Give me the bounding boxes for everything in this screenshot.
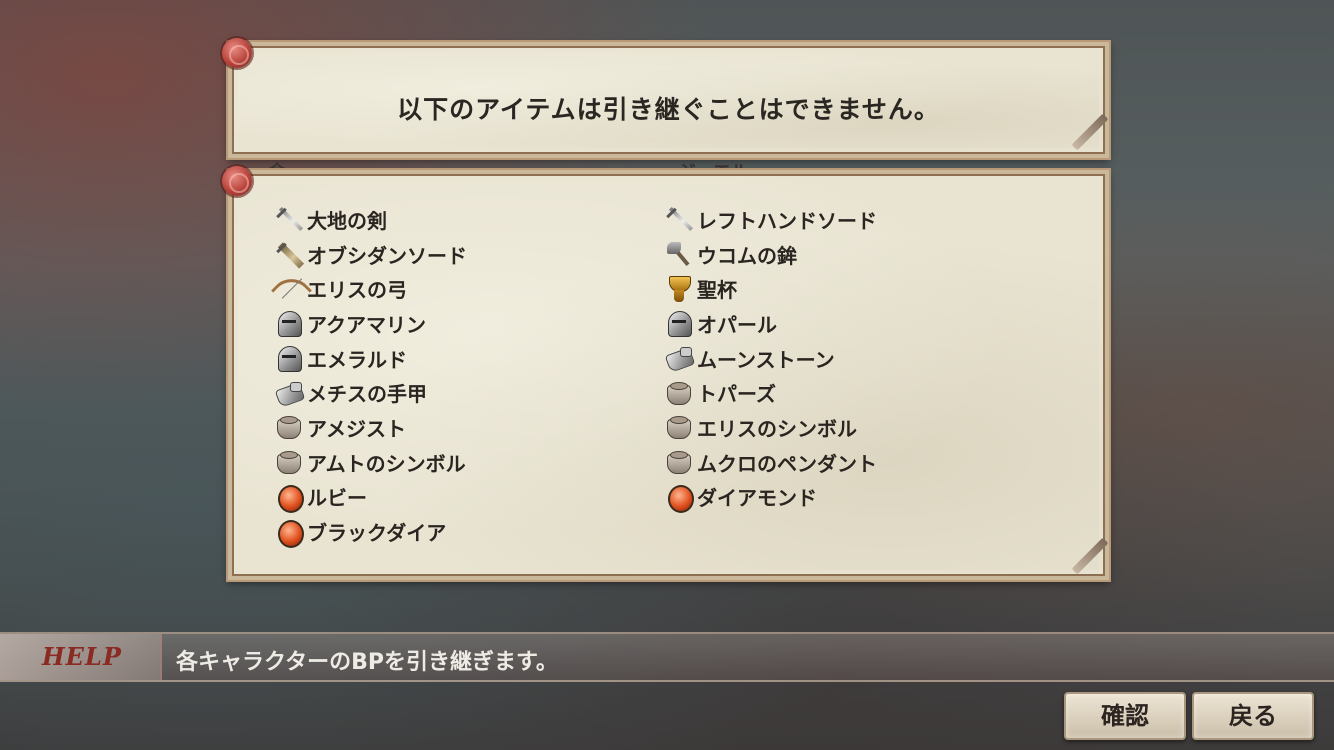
item-row: ムクロのペンダント [664, 445, 877, 480]
ring-icon [664, 447, 694, 477]
ring-icon [664, 378, 694, 408]
item-name: トパーズ [697, 382, 776, 407]
item-name: レフトハンドソード [697, 208, 877, 233]
item-name: エリスの弓 [307, 278, 407, 303]
hidden-label-jewel: ジュエル [678, 158, 749, 170]
item-row: オパール [664, 306, 877, 341]
item-name: ダイアモンド [697, 486, 817, 511]
gem-icon [664, 482, 694, 513]
item-column-right: レフトハンドソード ウコムの鉾聖杯オパールムーンストーン トパーズエリスのシンボルム… [664, 202, 877, 514]
item-row: アクアマリン [274, 306, 467, 341]
ring-icon [274, 412, 304, 442]
hidden-header-row: 金 ジュエル [228, 152, 1101, 170]
item-row: 大地の剣 [274, 202, 467, 237]
ring-icon [664, 412, 694, 442]
confirm-button[interactable]: 確認 [1064, 692, 1186, 740]
help-label: HELP [42, 642, 122, 671]
item-row: エメラルド [274, 341, 467, 376]
chalice-icon [664, 274, 694, 304]
gem-icon [274, 517, 304, 548]
item-name: ムーンストーン [697, 347, 835, 372]
item-column-left: 大地の剣オブシダンソード エリスの弓アクアマリン エメラルドメチスの手甲 アメジストア… [274, 202, 467, 549]
item-list-panel: 大地の剣オブシダンソード エリスの弓アクアマリン エメラルドメチスの手甲 アメジストア… [226, 168, 1111, 582]
item-name: エメラルド [307, 347, 407, 372]
item-row: アムトのシンボル [274, 445, 467, 480]
help-tag: HELP [0, 634, 162, 680]
item-row: ダイアモンド [664, 480, 877, 515]
item-row: ブラックダイア [274, 514, 467, 549]
item-row: アメジスト [274, 410, 467, 445]
item-row: トパーズ [664, 375, 877, 410]
item-row: オブシダンソード [274, 237, 467, 272]
item-row: 聖杯 [664, 271, 877, 306]
item-name: ブラックダイア [307, 521, 447, 546]
item-name: 聖杯 [697, 278, 737, 303]
item-name: オパール [697, 312, 777, 337]
item-name: メチスの手甲 [307, 382, 427, 407]
item-name: 大地の剣 [307, 208, 387, 233]
help-bar: HELP 各キャラクターのBPを引き継ぎます。 [0, 632, 1334, 682]
gauntlet-icon [274, 378, 304, 408]
rose-ornament-icon [222, 166, 252, 196]
gauntlet-icon [664, 343, 694, 373]
greatsword-icon [274, 239, 304, 269]
sword-icon [664, 204, 694, 234]
hidden-label-gold: 金 [268, 158, 286, 170]
item-row: エリスのシンボル [664, 410, 877, 445]
help-text: 各キャラクターのBPを引き継ぎます。 [176, 650, 558, 675]
item-row: エリスの弓 [274, 271, 467, 306]
rose-ornament-icon [222, 38, 252, 68]
ring-icon [274, 447, 304, 477]
helmet-icon [274, 343, 304, 373]
bow-icon [274, 274, 304, 304]
item-name: ウコムの鉾 [697, 243, 797, 268]
item-name: アムトのシンボル [307, 451, 466, 476]
back-button[interactable]: 戻る [1192, 692, 1314, 740]
gem-icon [274, 482, 304, 513]
helmet-icon [274, 308, 304, 338]
dialog-message: 以下のアイテムは引き継ぐことはできません。 [397, 95, 940, 124]
helmet-icon [664, 308, 694, 338]
item-row: ムーンストーン [664, 341, 877, 376]
item-name: ムクロのペンダント [697, 451, 877, 476]
item-name: アメジスト [307, 416, 406, 441]
item-name: アクアマリン [307, 312, 426, 337]
axe-icon [664, 239, 694, 269]
item-row: ルビー [274, 480, 467, 515]
item-name: オブシダンソード [307, 243, 467, 268]
item-row: メチスの手甲 [274, 375, 467, 410]
item-row: ウコムの鉾 [664, 237, 877, 272]
message-panel: 以下のアイテムは引き継ぐことはできません。 [226, 40, 1111, 160]
sword-icon [274, 204, 304, 234]
item-name: ルビー [307, 486, 367, 511]
item-row: レフトハンドソード [664, 202, 877, 237]
item-name: エリスのシンボル [697, 416, 857, 441]
